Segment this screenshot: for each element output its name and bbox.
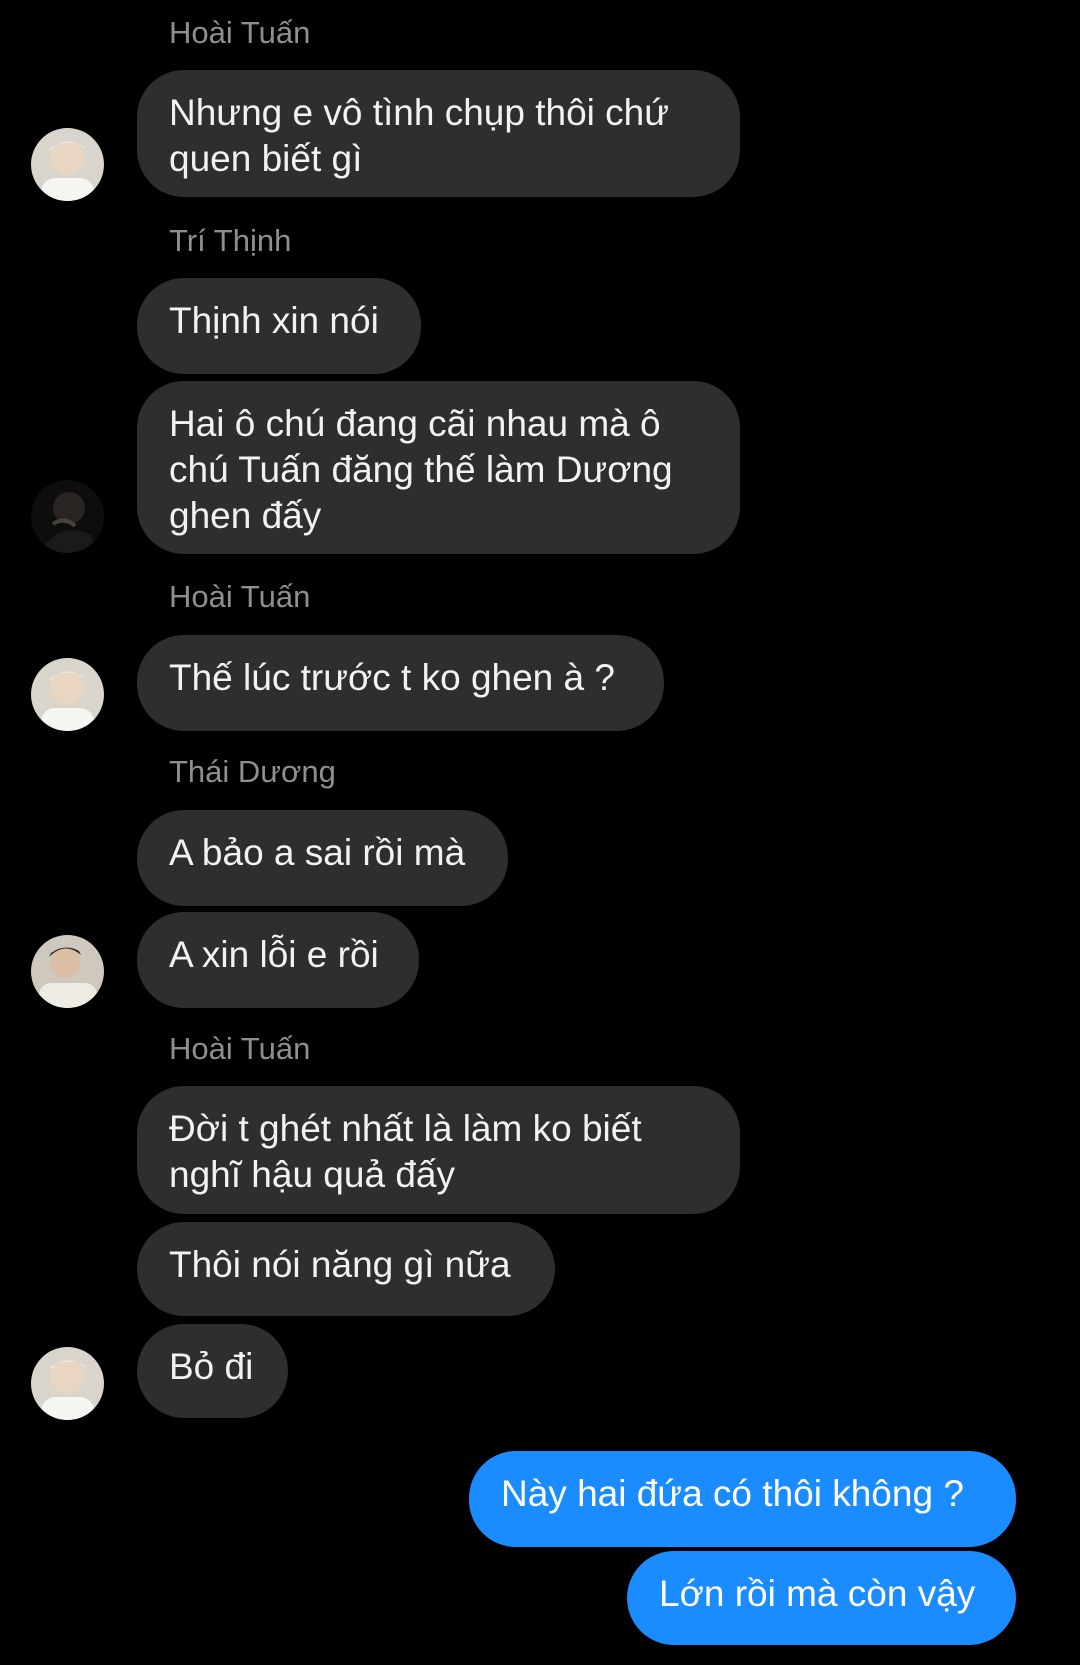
avatar-hoai-tuan[interactable]	[31, 1347, 104, 1420]
message-text: quen biết gì	[169, 138, 363, 179]
message-text: chú Tuấn đăng thế làm Dương	[169, 449, 673, 490]
message-text: A xin lỗi e rồi	[169, 934, 379, 975]
avatar-photo-icon	[31, 935, 104, 1008]
message-text: A bảo a sai rồi mà	[169, 832, 466, 873]
avatar-photo-icon	[31, 128, 104, 201]
avatar-tri-thinh[interactable]	[31, 480, 104, 553]
message-text: Lớn rồi mà còn vậy	[659, 1573, 976, 1614]
avatar-photo-icon	[31, 1347, 104, 1420]
avatar-thai-duong[interactable]	[31, 935, 104, 1008]
message-text: Này hai đứa có thôi không ?	[501, 1473, 964, 1514]
message-text: Thế lúc trước t ko ghen à ?	[169, 657, 615, 698]
message-bubble-outgoing[interactable]: Này hai đứa có thôi không ?	[469, 1451, 1016, 1547]
message-bubble-incoming[interactable]: Thịnh xin nói	[137, 278, 421, 374]
sender-name: Thái Dương	[169, 754, 336, 789]
avatar-photo-icon	[31, 480, 104, 553]
message-text: Nhưng e vô tình chụp thôi chứ	[169, 92, 670, 133]
message-bubble-outgoing[interactable]: Lớn rồi mà còn vậy	[627, 1551, 1016, 1645]
message-bubble-incoming[interactable]: Thế lúc trước t ko ghen à ?	[137, 635, 664, 731]
avatar-hoai-tuan[interactable]	[31, 128, 104, 201]
message-text: Thịnh xin nói	[169, 300, 379, 341]
sender-name: Trí Thịnh	[169, 223, 292, 258]
message-text: Đời t ghét nhất là làm ko biết	[169, 1108, 642, 1149]
message-bubble-incoming[interactable]: Đời t ghét nhất là làm ko biết nghĩ hậu …	[137, 1086, 740, 1214]
avatar-photo-icon	[31, 658, 104, 731]
avatar-hoai-tuan[interactable]	[31, 658, 104, 731]
sender-name: Hoài Tuấn	[169, 1031, 311, 1066]
message-bubble-incoming[interactable]: A xin lỗi e rồi	[137, 912, 419, 1008]
sender-name: Hoài Tuấn	[169, 579, 311, 614]
message-bubble-incoming[interactable]: Thôi nói năng gì nữa	[137, 1222, 555, 1316]
message-text: Thôi nói năng gì nữa	[169, 1244, 511, 1285]
message-bubble-incoming[interactable]: A bảo a sai rồi mà	[137, 810, 508, 906]
sender-name: Hoài Tuấn	[169, 15, 311, 50]
message-text: Hai ô chú đang cãi nhau mà ô	[169, 403, 661, 444]
message-bubble-incoming[interactable]: Nhưng e vô tình chụp thôi chứ quen biết …	[137, 70, 740, 197]
message-text: Bỏ đi	[169, 1346, 254, 1387]
message-text: nghĩ hậu quả đấy	[169, 1154, 455, 1195]
message-text: ghen đấy	[169, 495, 322, 536]
message-bubble-incoming[interactable]: Bỏ đi	[137, 1324, 288, 1418]
message-bubble-incoming[interactable]: Hai ô chú đang cãi nhau mà ô chú Tuấn đă…	[137, 381, 740, 554]
